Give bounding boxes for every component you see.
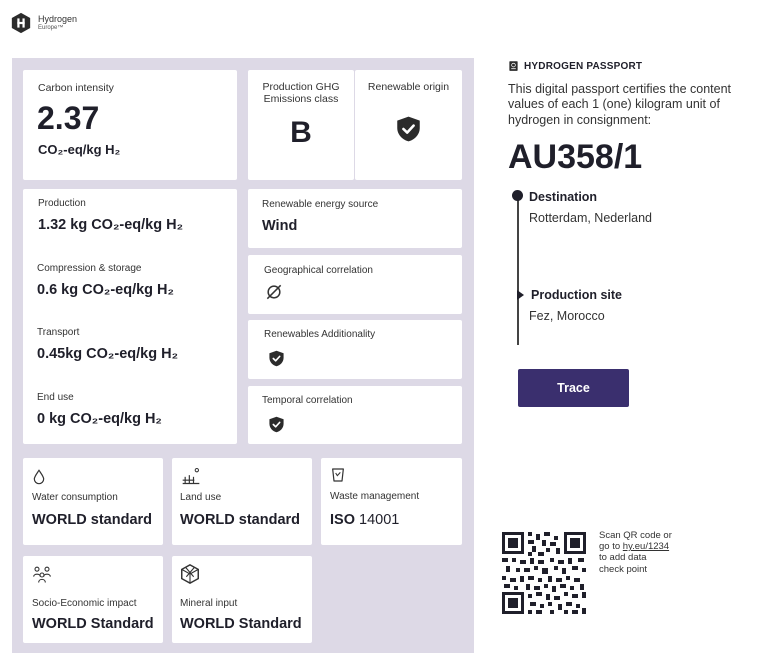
metrics-panel: Carbon intensity 2.37 CO₂-eq/kg H₂ Produ… (12, 58, 474, 653)
temporal-correlation-label: Temporal correlation (262, 395, 353, 406)
empty-set-icon (266, 284, 282, 300)
carbon-intensity-value: 2.37 (37, 100, 100, 136)
energy-source-value: Wind (262, 218, 298, 234)
production-site-value: Fez, Morocco (529, 309, 605, 323)
qr-line-2-prefix: go to (599, 541, 623, 553)
people-icon (33, 566, 51, 583)
carbon-intensity-unit: CO₂-eq/kg H₂ (38, 142, 121, 157)
brand-sub: Europe™ (38, 24, 64, 31)
mineral-icon (181, 563, 199, 585)
passport-icon (509, 61, 518, 71)
temporal-correlation-card: Temporal correlation (248, 386, 462, 444)
renewable-origin-label: Renewable origin (367, 81, 450, 93)
destination-value: Rotterdam, Nederland (529, 211, 652, 225)
standard-card-mineral: Mineral input WORLD Standard (172, 556, 312, 643)
standard-value-waste: ISO 14001 (330, 512, 399, 528)
qr-line-1: Scan QR code or (599, 530, 672, 541)
standard-label-waste: Waste management (330, 491, 420, 502)
hydrogen-logo-icon (11, 12, 31, 34)
passport-title: HYDROGEN PASSPORT (524, 60, 643, 72)
passport-title-row: HYDROGEN PASSPORT (508, 60, 642, 72)
water-drop-icon (33, 469, 45, 485)
standard-label-socio: Socio-Economic impact (32, 598, 137, 609)
breakdown-value-transport: 0.45kg CO₂-eq/kg H₂ (37, 346, 179, 362)
standard-label-land: Land use (180, 492, 222, 503)
geo-correlation-card: Geographical correlation (248, 255, 462, 314)
shield-check-icon (397, 116, 420, 142)
qr-line-2: go to hy.eu/1234 (599, 541, 699, 552)
shield-check-icon (269, 350, 284, 367)
timeline-line (517, 195, 519, 345)
standard-card-water: Water consumption WORLD standard (23, 458, 163, 545)
ghg-class-card: Production GHG Emissions class B (248, 70, 354, 180)
standard-card-land: Land use WORLD standard (172, 458, 312, 545)
renewable-origin-card: Renewable origin (355, 70, 462, 180)
standard-value-water: WORLD standard (32, 512, 153, 528)
ghg-class-label: Production GHG Emissions class (262, 81, 340, 106)
qr-line-4: check point (599, 563, 648, 575)
breakdown-value-compression: 0.6 kg CO₂-eq/kg H₂ (37, 282, 174, 298)
energy-source-label: Renewable energy source (262, 199, 379, 210)
standard-value-waste-bold: ISO (330, 512, 355, 528)
breakdown-label-production: Production (38, 198, 86, 209)
standard-label-water: Water consumption (32, 492, 118, 503)
breakdown-value-production: 1.32 kg CO₂-eq/kg H₂ (38, 217, 184, 233)
shield-check-icon (269, 416, 284, 433)
land-use-icon (182, 468, 200, 485)
production-site-label: Production site (531, 288, 622, 302)
energy-source-card: Renewable energy source Wind (248, 189, 462, 248)
qr-code[interactable] (502, 532, 586, 614)
standard-value-land: WORLD standard (180, 512, 301, 528)
timeline-arrow-icon (517, 290, 524, 300)
standard-card-socio: Socio-Economic impact WORLD Standard (23, 556, 163, 643)
brand-name: Hydrogen (38, 14, 78, 25)
passport-description: This digital passport certifies the cont… (508, 82, 732, 127)
qr-line-3: to add data (599, 552, 647, 564)
destination-label: Destination (529, 190, 598, 204)
standard-value-waste-rest: 14001 (354, 512, 400, 528)
standard-label-mineral: Mineral input (180, 598, 238, 609)
geo-correlation-label: Geographical correlation (264, 265, 373, 276)
additionality-label: Renewables Additionality (264, 329, 376, 340)
breakdown-label-compression: Compression & storage (37, 263, 142, 274)
carbon-intensity-card: Carbon intensity 2.37 CO₂-eq/kg H₂ (23, 70, 237, 180)
emissions-breakdown-card: Production 1.32 kg CO₂-eq/kg H₂ Compress… (23, 189, 237, 444)
standard-value-mineral: WORLD Standard (180, 616, 302, 632)
carbon-intensity-label: Carbon intensity (38, 82, 114, 94)
timeline-destination-dot (512, 190, 523, 201)
qr-instructions: Scan QR code or go to hy.eu/1234 to add … (599, 530, 699, 575)
breakdown-value-end-use: 0 kg CO₂-eq/kg H₂ (37, 411, 162, 427)
trace-button[interactable]: Trace (518, 369, 629, 407)
brand-logo: Hydrogen Europe™ (10, 12, 77, 34)
standard-card-waste: Waste management ISO 14001 (321, 458, 462, 545)
breakdown-label-transport: Transport (37, 327, 80, 338)
waste-bin-icon (332, 468, 344, 482)
passport-id: AU358/1 (508, 138, 643, 176)
ghg-class-value: B (290, 116, 312, 149)
additionality-card: Renewables Additionality (248, 320, 462, 379)
standard-value-socio: WORLD Standard (32, 616, 154, 632)
qr-link[interactable]: hy.eu/1234 (623, 541, 669, 552)
breakdown-label-end-use: End use (37, 392, 74, 403)
